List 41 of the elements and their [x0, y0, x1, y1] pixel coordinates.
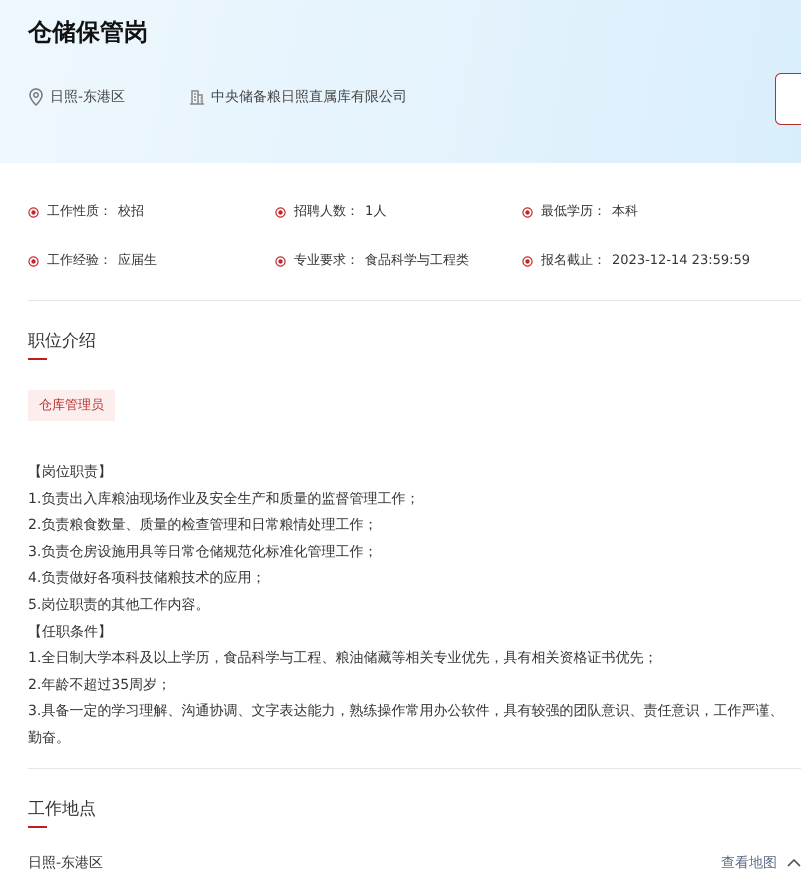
detail-label: 最低学历： [541, 203, 606, 221]
bullet-icon [275, 256, 286, 266]
bullet-icon [522, 256, 533, 266]
view-map-link[interactable]: 查看地图 [721, 854, 777, 872]
description-line: 1.全日制大学本科及以上学历，食品科学与工程、粮油储藏等相关专业优先，具有相关资格证书优先； [28, 649, 658, 668]
detail-label: 报名截止： [541, 252, 606, 270]
bullet-icon [522, 206, 533, 218]
job-tag: 仓库管理员 [28, 390, 115, 421]
detail-value: 应届生 [118, 252, 157, 270]
detail-value: 2023-12-14 23:59:59 [612, 252, 750, 270]
detail-label: 工作性质： [47, 203, 112, 221]
job-title: 仓储保管岗 [28, 17, 149, 48]
caret-icon[interactable] [787, 858, 801, 868]
address-text: 日照-东港区 [28, 854, 104, 872]
description-line: 2.年龄不超过35周岁； [28, 676, 172, 695]
description-line: 3.负责仓房设施用具等日常仓储规范化标准化管理工作； [28, 542, 378, 562]
description-line: 4.负责做好各项科技储粮技术的应用； [28, 569, 266, 588]
description-line: 【岗位职责】 [28, 463, 113, 482]
description-line: 【任职条件】 [28, 622, 113, 642]
location-pin-icon [28, 88, 44, 106]
detail-label: 专业要求： [294, 252, 359, 270]
description-line: 1.负责出入库粮油现场作业及安全生产和质量的监督管理工作； [28, 490, 420, 509]
detail-label: 招聘人数： [294, 203, 359, 221]
bullet-icon [275, 206, 286, 218]
bullet-icon [28, 206, 39, 218]
heading-underline [28, 358, 47, 360]
description-line: 2.负责粮食数量、质量的检查管理和日常粮情处理工作； [28, 516, 378, 536]
bullet-icon [28, 256, 39, 266]
section-heading: 工作地点 [28, 798, 96, 819]
detail-value: 食品科学与工程类 [365, 252, 469, 270]
detail-value: 校招 [118, 203, 144, 221]
detail-value: 本科 [612, 203, 638, 221]
heading-underline [28, 826, 47, 828]
description-line: 5.岗位职责的其他工作内容。 [28, 596, 210, 615]
section-heading: 职位介绍 [28, 331, 96, 351]
company-name: 中央储备粮日照直属库有限公司 [211, 88, 407, 106]
detail-label: 工作经验： [47, 252, 112, 270]
description-line: 3.具备一定的学习理解、沟通协调、文字表达能力，熟练操作常用办公软件，具有较强的团队意识、责任意识，工作严谨、勤奋。 [28, 702, 784, 748]
building-icon [189, 89, 205, 105]
detail-value: 1人 [365, 203, 386, 221]
location-text: 日照-东港区 [50, 88, 126, 106]
